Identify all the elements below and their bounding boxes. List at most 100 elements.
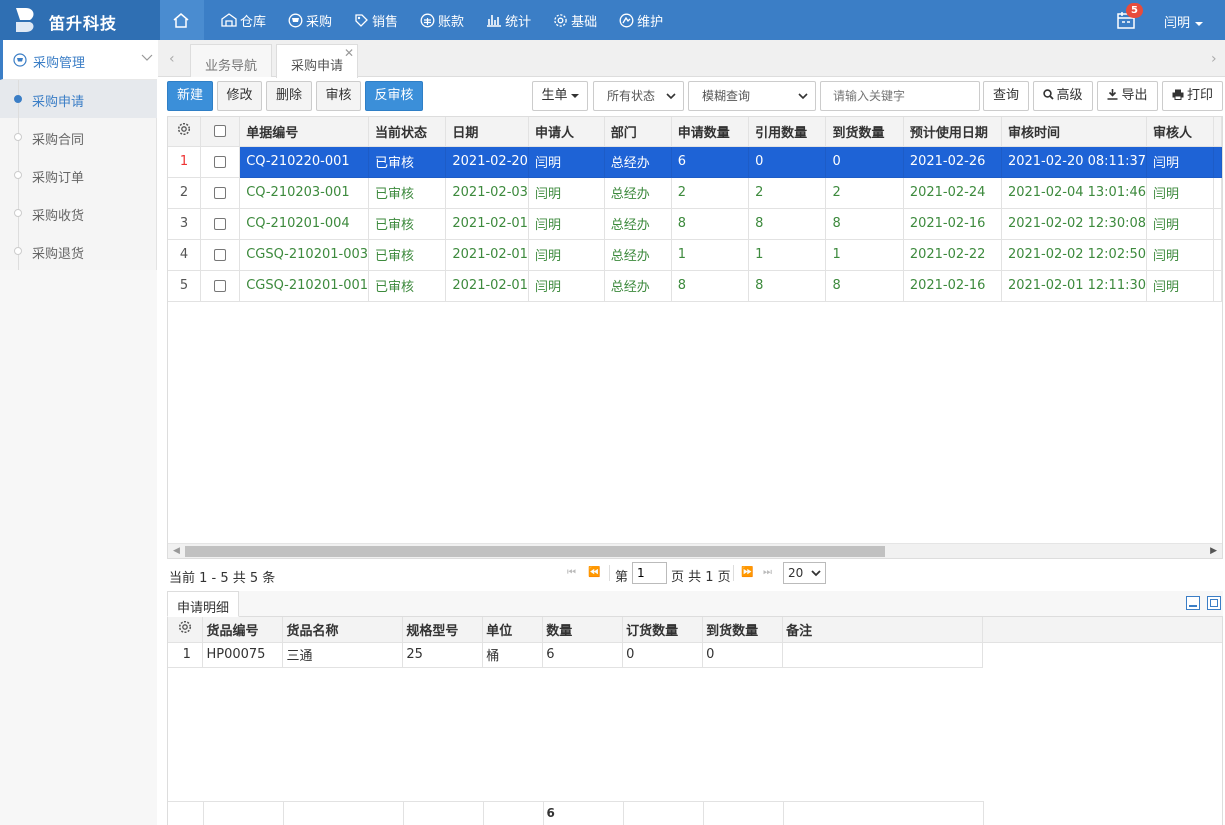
unapprove-button[interactable]: 反审核 [365,81,423,111]
table-row[interactable]: 1 HP00075 三通 25 桶 6 0 0 [168,642,1222,668]
sidebar-item-purchase-contract[interactable]: 采购合同 [0,118,157,156]
nav-basic[interactable]: 基础 [542,0,608,40]
column-header[interactable]: 到货数量 [825,117,904,147]
nav-stats[interactable]: 统计 [475,0,542,40]
status-filter-select[interactable]: 所有状态 [593,81,684,111]
sidebar-item-purchase-return[interactable]: 采购退货 [0,232,157,270]
column-header[interactable]: 审核时间 [1001,117,1148,147]
row-number: 1 [168,146,201,178]
nav-accounts[interactable]: 账款 [409,0,475,40]
maximize-icon[interactable] [1207,596,1221,610]
prev-page-icon[interactable]: ⏪ [588,567,600,578]
sidebar-section-title: 采购管理 [33,56,86,71]
detail-header-row: 货品编号 货品名称 规格型号 单位 数量 订货数量 到货数量 备注 [168,617,1222,643]
column-header[interactable]: 到货数量 [702,617,784,643]
column-header[interactable]: 订货数量 [622,617,704,643]
scrollbar-thumb[interactable] [185,546,885,557]
sidebar-section-header[interactable]: 采购管理 [0,40,157,80]
first-page-icon[interactable]: ⏮ [567,567,576,578]
warehouse-icon [221,13,237,27]
approve-button[interactable]: 审核 [316,81,361,111]
cell-spacer [1213,239,1222,271]
delete-button[interactable]: 删除 [266,81,312,111]
row-checkbox[interactable] [200,239,241,271]
column-header[interactable]: 货品名称 [282,617,404,643]
column-header[interactable]: 引用数量 [748,117,827,147]
nav-home[interactable] [160,0,204,40]
tab-business-nav[interactable]: 业务导航 [190,44,273,77]
query-mode-select[interactable]: 模糊查询 [688,81,816,111]
tab-purchase-request[interactable]: 采购申请 ✕ [276,44,359,78]
query-button[interactable]: 查询 [983,81,1029,111]
nav-maintenance[interactable]: 维护 [608,0,674,40]
last-page-icon[interactable]: ⏭ [763,567,772,578]
column-header[interactable]: 申请数量 [671,117,750,147]
print-button[interactable]: 打印 [1162,81,1223,111]
sidebar-item-purchase-request[interactable]: 采购申请 [0,80,157,118]
tab-scroll-left-icon[interactable]: ‹ [169,51,175,67]
cell: 8 [748,270,827,302]
column-header[interactable]: 规格型号 [402,617,484,643]
print-icon [1172,89,1184,100]
cell: 已审核 [368,146,447,178]
bar-chart-icon [487,15,502,27]
column-header[interactable]: 部门 [604,117,672,147]
select-all-checkbox[interactable] [200,117,241,147]
horizontal-scrollbar[interactable]: ◀ ▶ [168,543,1222,558]
nav-purchase[interactable]: 采购 [277,0,343,40]
advanced-button[interactable]: 高级 [1033,81,1093,111]
chevron-down-icon [141,54,153,61]
column-settings[interactable] [168,117,201,147]
table-row[interactable]: 5 CGSQ-210201-001 已审核 2021-02-01 闫明 总经办 … [168,270,1222,302]
keyword-search-input[interactable] [820,81,980,111]
row-number: 2 [168,177,201,209]
page-size-select[interactable]: 20 [783,562,826,584]
record-summary: 当前 1 - 5 共 5 条 [169,571,276,586]
row-checkbox[interactable] [200,177,241,209]
column-header[interactable]: 备注 [782,617,983,643]
scroll-right-icon[interactable]: ▶ [1210,546,1217,556]
cell: 0 [825,146,904,178]
column-header[interactable]: 数量 [542,617,624,643]
scroll-left-icon[interactable]: ◀ [173,546,180,556]
cell: 闫明 [1146,239,1215,271]
column-header[interactable]: 单据编号 [239,117,370,147]
table-row[interactable]: 2 CQ-210203-001 已审核 2021-02-03 闫明 总经办 2 … [168,177,1222,209]
new-button[interactable]: 新建 [167,81,213,111]
column-header[interactable]: 货品编号 [202,617,284,643]
nav-warehouse[interactable]: 仓库 [210,0,277,40]
column-header[interactable]: 单位 [482,617,544,643]
column-header[interactable]: 预计使用日期 [903,117,1002,147]
logo-icon [16,8,34,32]
column-header[interactable]: 当前状态 [368,117,447,147]
table-row[interactable]: 1 CQ-210220-001 已审核 2021-02-20 闫明 总经办 6 … [168,146,1222,178]
sidebar-item-purchase-order[interactable]: 采购订单 [0,156,157,194]
user-menu[interactable]: 闫明 [1164,12,1204,31]
detail-column-settings[interactable] [168,617,204,643]
footer-cell [168,801,204,825]
page-number-input[interactable] [632,562,667,584]
export-button[interactable]: 导出 [1097,81,1158,111]
cell-spacer [1213,146,1222,178]
edit-button[interactable]: 修改 [217,81,262,111]
table-row[interactable]: 4 CGSQ-210201-003 已审核 2021-02-01 闫明 总经办 … [168,239,1222,271]
nav-label: 维护 [637,14,664,30]
close-icon[interactable]: ✕ [344,46,354,60]
nav-sales[interactable]: 销售 [343,0,409,40]
row-checkbox[interactable] [200,270,241,302]
table-row[interactable]: 3 CQ-210201-004 已审核 2021-02-01 闫明 总经办 8 … [168,208,1222,240]
sidebar-item-purchase-receipt[interactable]: 采购收货 [0,194,157,232]
row-checkbox[interactable] [200,146,241,178]
row-number: 1 [168,642,204,668]
next-page-icon[interactable]: ⏩ [741,567,753,578]
column-header[interactable]: 审核人 [1146,117,1215,147]
column-header[interactable]: 申请人 [528,117,605,147]
minimize-icon[interactable] [1186,596,1200,610]
tab-request-detail[interactable]: 申请明细 [167,591,240,617]
generate-dropdown[interactable]: 生单 [532,81,588,111]
cell: 2021-02-22 [903,239,1002,271]
column-header[interactable]: 日期 [445,117,529,147]
row-checkbox[interactable] [200,208,241,240]
chevron-down-icon [798,93,808,100]
tab-scroll-right-icon[interactable]: › [1211,51,1217,67]
